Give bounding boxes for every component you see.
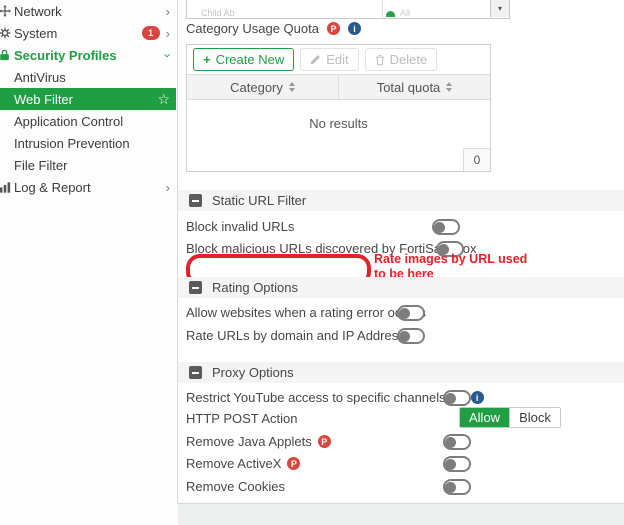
allow-on-rating-error-toggle[interactable]: [397, 305, 425, 321]
option-label: Remove Cookies: [186, 479, 285, 494]
sidebar-item-label: Network: [14, 4, 62, 19]
sidebar-item-label: AntiVirus: [14, 70, 66, 85]
rate-urls-by-domain-ip-toggle[interactable]: [397, 328, 425, 344]
sidebar-item-system[interactable]: System 1 ›: [0, 22, 176, 44]
sidebar-item-label: Application Control: [14, 114, 123, 129]
chevron-down-icon: ›: [161, 53, 174, 57]
sidebar-item-antivirus[interactable]: AntiVirus: [0, 66, 176, 88]
sort-icon: [289, 82, 295, 92]
delete-button[interactable]: Delete: [365, 48, 438, 71]
collapse-icon[interactable]: [189, 366, 202, 379]
option-row: HTTP POST Action Allow Block: [178, 410, 624, 427]
sidebar-item-web-filter[interactable]: Web Filter ☆: [0, 88, 176, 110]
collapse-icon[interactable]: [189, 281, 202, 294]
sidebar-item-file-filter[interactable]: File Filter: [0, 154, 176, 176]
truncated-action-cell: All: [400, 8, 410, 18]
pencil-icon: [310, 54, 321, 65]
section-proxy-options[interactable]: Proxy Options: [178, 362, 624, 383]
notification-badge: 1: [142, 26, 160, 40]
create-new-button[interactable]: + Create New: [193, 48, 294, 71]
sidebar: Network › System 1 › Security Profiles ›…: [0, 0, 176, 525]
truncated-category-cell: Child Ab: [201, 8, 235, 18]
allow-option-button[interactable]: Allow: [460, 408, 509, 427]
sidebar-item-label: File Filter: [14, 158, 67, 173]
sort-icon: [446, 82, 452, 92]
collapse-icon[interactable]: [189, 194, 202, 207]
option-row: Remove ActiveX P: [178, 455, 624, 472]
block-option-button[interactable]: Block: [509, 408, 560, 427]
option-label: Restrict YouTube access to specific chan…: [186, 390, 446, 405]
option-label: Allow websites when a rating error occur…: [186, 305, 426, 320]
option-label: Rate URLs by domain and IP Address: [186, 328, 405, 343]
option-label: Block invalid URLs: [186, 219, 294, 234]
column-header-category[interactable]: Category: [187, 75, 339, 99]
section-static-url-filter[interactable]: Static URL Filter: [178, 190, 624, 211]
sidebar-item-label: Security Profiles: [14, 48, 117, 63]
web-filter-settings-panel: Child Ab All ▾ Category Usage Quota P i …: [177, 0, 624, 504]
restrict-youtube-toggle[interactable]: [443, 390, 471, 406]
section-title: Proxy Options: [212, 365, 294, 380]
http-post-action-control: Allow Block: [459, 407, 561, 428]
heading-label: Category Usage Quota: [186, 21, 319, 36]
sidebar-item-label: Intrusion Prevention: [14, 136, 130, 151]
caret-down-icon: ▾: [498, 4, 502, 13]
network-icon: [0, 5, 11, 17]
proxy-feature-badge-icon: P: [287, 457, 300, 470]
info-icon[interactable]: i: [471, 391, 484, 404]
category-usage-quota-heading: Category Usage Quota P i: [186, 21, 361, 36]
column-header-total-quota[interactable]: Total quota: [339, 75, 490, 99]
chevron-right-icon: ›: [166, 181, 170, 194]
proxy-feature-badge-icon: P: [327, 22, 340, 35]
option-label: HTTP POST Action: [186, 411, 298, 426]
page-footer-strip: [178, 504, 624, 525]
edit-button[interactable]: Edit: [300, 48, 358, 71]
allow-status-dot: [386, 11, 395, 17]
bar-chart-icon: [0, 182, 11, 193]
option-row: Allow websites when a rating error occur…: [178, 304, 624, 321]
row-count: 0: [463, 148, 490, 171]
sidebar-item-application-control[interactable]: Application Control: [0, 110, 176, 132]
gear-icon: [0, 27, 11, 39]
sidebar-item-label: System: [14, 26, 57, 41]
dropdown-button[interactable]: ▾: [490, 0, 509, 17]
section-rating-options[interactable]: Rating Options: [178, 277, 624, 298]
quota-table-header: Category Total quota: [187, 74, 490, 100]
option-row: Remove Java Applets P: [178, 433, 624, 450]
sidebar-item-security-profiles[interactable]: Security Profiles ›: [0, 44, 176, 66]
quota-table-toolbar: + Create New Edit Delete: [187, 45, 490, 74]
truncated-category-table: Child Ab All ▾: [186, 0, 510, 19]
section-title: Static URL Filter: [212, 193, 306, 208]
option-label: Remove ActiveX: [186, 456, 281, 471]
sidebar-item-network[interactable]: Network ›: [0, 0, 176, 22]
option-row: Restrict YouTube access to specific chan…: [178, 389, 624, 406]
remove-activex-toggle[interactable]: [443, 456, 471, 472]
sidebar-item-log-report[interactable]: Log & Report ›: [0, 176, 176, 198]
sidebar-item-label: Web Filter: [14, 92, 73, 107]
favorite-star-icon[interactable]: ☆: [157, 92, 170, 106]
proxy-feature-badge-icon: P: [318, 435, 331, 448]
option-row: Rate URLs by domain and IP Address: [178, 327, 624, 344]
sidebar-item-intrusion-prevention[interactable]: Intrusion Prevention: [0, 132, 176, 154]
remove-cookies-toggle[interactable]: [443, 479, 471, 495]
option-row: Remove Cookies: [178, 478, 624, 495]
option-label: Remove Java Applets: [186, 434, 312, 449]
column-divider: [382, 0, 383, 18]
plus-icon: +: [203, 52, 211, 67]
lock-icon: [0, 49, 11, 61]
chevron-right-icon: ›: [166, 5, 170, 18]
block-invalid-urls-toggle[interactable]: [432, 219, 460, 235]
remove-java-applets-toggle[interactable]: [443, 434, 471, 450]
option-row: Block invalid URLs: [178, 218, 624, 235]
quota-table-empty-state: No results: [187, 100, 490, 147]
chevron-right-icon: ›: [166, 27, 170, 40]
quota-table-footer: 0: [187, 147, 490, 171]
section-title: Rating Options: [212, 280, 298, 295]
info-icon[interactable]: i: [348, 22, 361, 35]
sidebar-item-label: Log & Report: [14, 180, 91, 195]
trash-icon: [375, 54, 385, 66]
category-quota-table: + Create New Edit Delete Category: [186, 44, 491, 172]
